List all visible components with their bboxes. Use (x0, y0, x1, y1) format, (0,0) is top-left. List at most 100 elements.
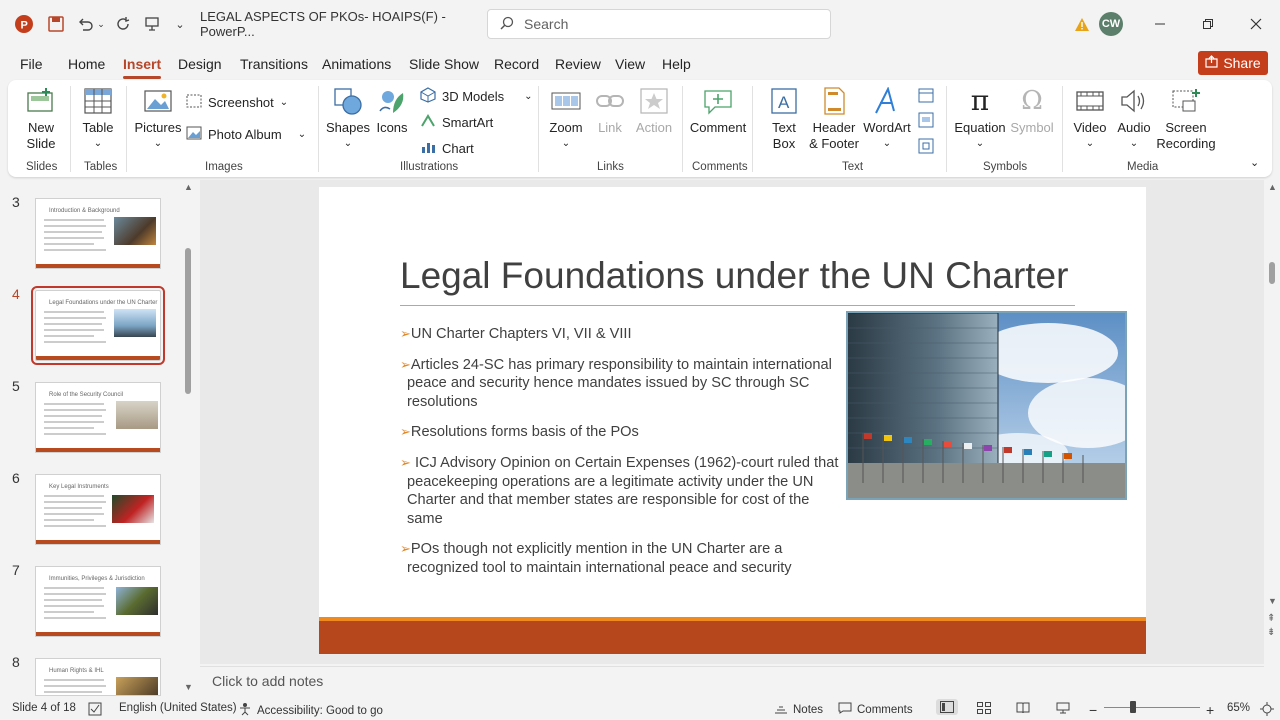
scroll-up-icon[interactable]: ▲ (1268, 182, 1277, 192)
slide-title[interactable]: Legal Foundations under the UN Charter (400, 255, 1068, 297)
spelling-check-icon[interactable] (88, 702, 102, 716)
accessibility-status[interactable]: Accessibility: Good to go (238, 702, 383, 719)
pictures-button[interactable]: Pictures ⌄ (135, 86, 181, 152)
zoom-slider-thumb[interactable] (1130, 701, 1136, 713)
slide-body[interactable]: ➢UN Charter Chapters VI, VII & VIII ➢Art… (400, 325, 840, 590)
smartart-button[interactable]: SmartArt (420, 113, 493, 132)
restore-icon[interactable] (1198, 12, 1218, 36)
slide-thumbnail-5[interactable]: Role of the Security Council (35, 382, 161, 453)
action-button[interactable]: Action (634, 86, 674, 136)
thumbnail-number: 3 (12, 194, 20, 210)
tab-review[interactable]: Review (555, 56, 601, 72)
tab-view[interactable]: View (615, 56, 645, 72)
slide-thumbnail-6[interactable]: Key Legal Instruments (35, 474, 161, 545)
audio-label: Audio (1117, 120, 1151, 135)
current-slide[interactable]: Legal Foundations under the UN Charter ➢… (319, 187, 1146, 654)
notes-pane[interactable]: Click to add notes (200, 666, 1264, 696)
thumbnail-title: Immunities, Privileges & Jurisdiction (49, 576, 145, 582)
save-icon[interactable] (46, 12, 66, 36)
undo-dropdown-icon[interactable]: ⌄ (96, 12, 106, 36)
scrollbar-thumb[interactable] (1269, 262, 1275, 284)
table-button[interactable]: Table ⌄ (80, 86, 116, 152)
present-icon[interactable] (142, 12, 162, 36)
tab-record[interactable]: Record (494, 56, 539, 72)
header-footer-button[interactable]: Header & Footer (809, 86, 859, 152)
slide-thumbnail-3[interactable]: Introduction & Background (35, 198, 161, 269)
slide-sorter-icon[interactable] (977, 702, 991, 714)
symbol-label: Symbol (1010, 120, 1054, 135)
tab-design[interactable]: Design (178, 56, 222, 72)
svg-text:A: A (778, 93, 790, 112)
fit-slide-icon[interactable] (1260, 702, 1274, 716)
customize-qat-icon[interactable]: ⌄ (172, 12, 188, 36)
shapes-button[interactable]: Shapes ⌄ (326, 86, 370, 152)
scroll-down-icon[interactable]: ▼ (184, 682, 193, 692)
slide-thumbnail-4[interactable]: Legal Foundations under the UN Charter (31, 286, 165, 365)
ribbon-separator (126, 86, 127, 172)
video-button[interactable]: Video ⌄ (1070, 86, 1110, 152)
thumbnail-scrollbar[interactable]: ▲ ▼ (181, 180, 195, 696)
collapse-ribbon-icon[interactable]: ⌄ (1250, 156, 1259, 169)
zoom-button[interactable]: Zoom ⌄ (548, 86, 584, 152)
screenshot-button[interactable]: Screenshot ⌄ (186, 94, 288, 111)
table-dropdown-icon: ⌄ (93, 138, 103, 149)
language-status[interactable]: English (United States) (119, 702, 237, 714)
search-box[interactable]: Search (487, 9, 831, 39)
table-label: Table (82, 120, 114, 135)
tab-insert[interactable]: Insert (123, 56, 162, 79)
wordart-button[interactable]: WordArt ⌄ (862, 86, 912, 152)
screen-recording-button[interactable]: Screen Recording (1156, 86, 1216, 152)
new-slide-button[interactable]: New Slide (20, 86, 62, 152)
zoom-out-icon[interactable]: − (1089, 702, 1097, 718)
tab-help[interactable]: Help (662, 56, 691, 72)
zoom-slider[interactable] (1104, 707, 1200, 708)
symbol-button[interactable]: Ω Symbol (1010, 86, 1054, 136)
video-label: Video (1073, 120, 1107, 135)
zoom-in-icon[interactable]: + (1206, 702, 1214, 718)
scroll-down-icon[interactable]: ▼ (1268, 596, 1277, 606)
slide-thumbnail-8[interactable]: Human Rights & IHL (35, 658, 161, 696)
tab-transitions[interactable]: Transitions (240, 56, 308, 72)
chart-button[interactable]: Chart (420, 139, 474, 158)
document-title[interactable]: LEGAL ASPECTS OF PKOs- HOAIPS(F) - Power… (200, 9, 470, 39)
tab-home[interactable]: Home (68, 56, 105, 72)
scrollbar-thumb[interactable] (185, 248, 191, 394)
undo-icon[interactable] (74, 12, 96, 36)
comment-button[interactable]: Comment (690, 86, 746, 136)
slide-thumbnail-7[interactable]: Immunities, Privileges & Jurisdiction (35, 566, 161, 637)
notes-toggle[interactable]: Notes (774, 702, 823, 717)
slide-number-button[interactable] (918, 112, 934, 131)
pi-icon: π (970, 84, 990, 117)
tab-file[interactable]: File (20, 56, 43, 72)
action-label: Action (635, 120, 673, 135)
slide-counter[interactable]: Slide 4 of 18 (12, 702, 76, 714)
text-box-button[interactable]: A Text Box (762, 86, 806, 152)
link-button[interactable]: Link (592, 86, 628, 136)
minimize-icon[interactable] (1150, 12, 1170, 36)
tab-animations[interactable]: Animations (322, 56, 391, 72)
3d-models-button[interactable]: 3D Models ⌄ (420, 87, 533, 106)
warning-icon[interactable] (1072, 12, 1092, 36)
avatar[interactable]: CW (1099, 12, 1123, 36)
tab-slide-show[interactable]: Slide Show (409, 56, 479, 72)
un-headquarters-photo[interactable] (846, 311, 1127, 500)
normal-view-icon[interactable] (936, 699, 958, 715)
audio-dropdown-icon: ⌄ (1129, 138, 1139, 149)
slide-scrollbar[interactable]: ▲ ▼ ⇞ ⇟ (1264, 180, 1280, 664)
audio-button[interactable]: Audio ⌄ (1114, 86, 1154, 152)
prev-next-slide-icon[interactable]: ⇞ ⇟ (1267, 612, 1275, 640)
zoom-level[interactable]: 65% (1227, 702, 1250, 714)
close-icon[interactable] (1246, 12, 1266, 36)
svg-text:P: P (21, 20, 28, 32)
equation-button[interactable]: π Equation ⌄ (954, 86, 1006, 152)
redo-icon[interactable] (112, 12, 134, 36)
date-time-button[interactable] (918, 87, 934, 106)
icons-button[interactable]: Icons (374, 86, 410, 136)
share-button[interactable]: Share (1198, 51, 1268, 75)
reading-view-icon[interactable] (1016, 702, 1030, 714)
photo-album-button[interactable]: Photo Album ⌄ (186, 126, 306, 143)
object-button[interactable] (918, 138, 934, 157)
comments-toggle[interactable]: Comments (838, 702, 913, 717)
slide-show-icon[interactable] (1056, 702, 1070, 714)
scroll-up-icon[interactable]: ▲ (184, 182, 193, 192)
